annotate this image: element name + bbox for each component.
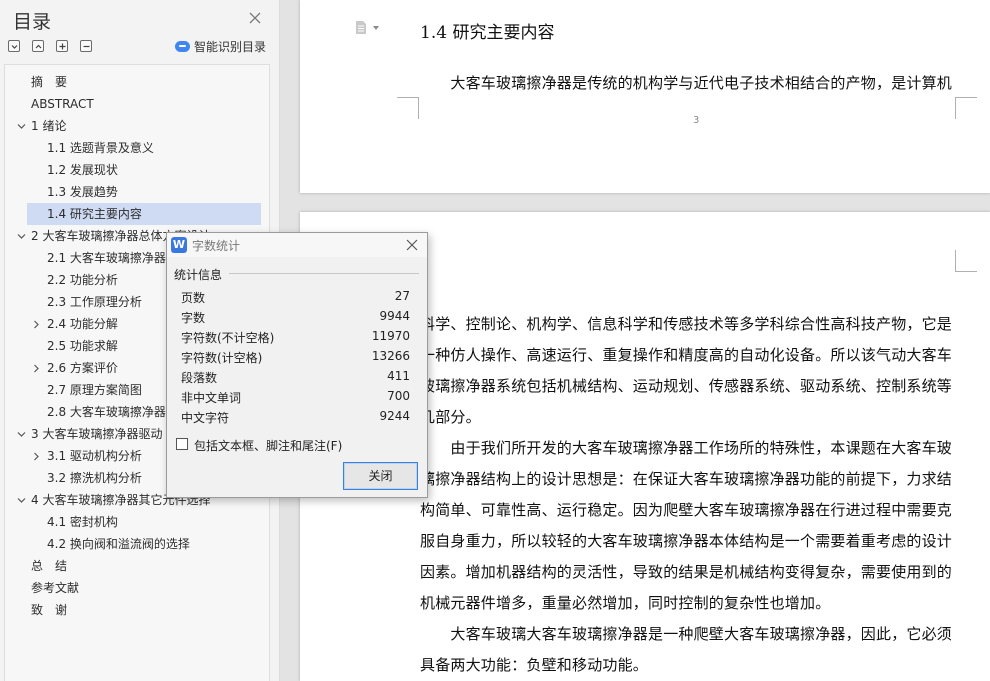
chevron-right-icon[interactable] <box>32 320 41 329</box>
toc-item-label: 3.1 驱动机构分析 <box>47 449 142 463</box>
chevron-down-icon[interactable] <box>17 122 26 131</box>
page-number: 3 <box>693 115 700 126</box>
toc-item-label: 参考文献 <box>31 581 80 595</box>
toc-item-label: 摘 要 <box>31 75 68 89</box>
include-footnotes-checkbox[interactable] <box>176 438 188 450</box>
stat-label: 中文字符 <box>181 411 230 425</box>
toc-item[interactable]: 1.4 研究主要内容 <box>27 203 261 225</box>
collapse-all-icon[interactable] <box>8 40 20 52</box>
text-line: 服自身重力，所以较轻的大客车玻璃擦净器本体结构是一个需要着重考虑的设计 <box>420 532 953 550</box>
add-level-icon[interactable] <box>56 40 68 52</box>
toc-item-label: 3.2 擦洗机构分析 <box>47 471 142 485</box>
close-icon[interactable] <box>405 238 419 252</box>
stat-value: 11970 <box>371 329 410 343</box>
stat-label: 页数 <box>181 291 206 305</box>
toc-item-label: 1.4 研究主要内容 <box>47 207 142 221</box>
toc-item-label: ABSTRACT <box>31 97 94 111</box>
toc-item-label: 1.3 发展趋势 <box>47 185 118 199</box>
toc-item-label: 4.2 换向阀和溢流阀的选择 <box>47 537 190 551</box>
text-line: 一种仿人操作、高速运行、重复操作和精度高的自动化设备。所以该气动大客车 <box>420 346 953 364</box>
crop-mark <box>397 97 419 119</box>
crop-mark <box>955 97 977 119</box>
stat-label: 段落数 <box>181 371 218 385</box>
chevron-right-icon[interactable] <box>32 364 41 373</box>
dialog-title-bar[interactable]: W 字数统计 <box>167 233 427 257</box>
stat-value: 411 <box>387 369 410 383</box>
toc-item-label: 2.7 原理方案简图 <box>47 383 142 397</box>
toc-item[interactable]: 1.2 发展现状 <box>5 159 267 181</box>
toc-item-label: 1.1 选题背景及意义 <box>47 141 154 155</box>
chevron-down-icon[interactable] <box>373 26 379 30</box>
text-line: 璃擦净器结构上的设计思想是：在保证大客车玻璃擦净器功能的前提下，力求结 <box>420 470 953 488</box>
toc-item[interactable]: 致 谢 <box>5 599 267 621</box>
toc-item[interactable]: 4.1 密封机构 <box>5 511 267 533</box>
stat-value: 9244 <box>379 409 410 423</box>
chevron-down-icon[interactable] <box>17 232 26 241</box>
stat-label: 非中文单词 <box>181 391 242 405</box>
expand-icon[interactable] <box>32 40 44 52</box>
crop-mark <box>955 250 977 272</box>
include-footnotes-label[interactable]: 包括文本框、脚注和尾注(F) <box>194 437 342 454</box>
stat-value: 9944 <box>379 309 410 323</box>
stat-value: 700 <box>387 389 410 403</box>
toc-item[interactable]: 1 绪论 <box>5 115 267 137</box>
close-button[interactable]: 关闭 <box>343 462 418 490</box>
toc-item-label: 3 大客车玻璃擦净器驱动 <box>31 427 163 441</box>
toc-item[interactable]: 参考文献 <box>5 577 267 599</box>
wps-logo-icon: W <box>171 237 187 253</box>
toc-item[interactable]: 1.1 选题背景及意义 <box>5 137 267 159</box>
toc-item-label: 4.1 密封机构 <box>47 515 118 529</box>
section-heading: 1.4 研究主要内容 <box>420 23 555 43</box>
text-line: 大客车玻璃大客车玻璃擦净器是一种爬壁大客车玻璃擦净器，因此，它必须 <box>420 625 953 643</box>
text-line: 具备两大功能：负壁和移动功能。 <box>420 656 649 674</box>
stat-label: 字数 <box>181 311 206 325</box>
stat-value: 13266 <box>371 349 410 363</box>
toc-item-label: 2.4 功能分解 <box>47 317 118 331</box>
toc-item-label: 2.8 大客车玻璃擦净器 <box>47 405 166 419</box>
toc-item-label: 1 绪论 <box>31 119 67 133</box>
toc-item-label: 致 谢 <box>31 603 68 617</box>
toc-item[interactable]: 摘 要 <box>5 71 267 93</box>
toc-item[interactable]: ABSTRACT <box>5 93 267 115</box>
close-icon[interactable] <box>247 10 263 26</box>
toc-item-label: 1.2 发展现状 <box>47 163 118 177</box>
smart-toc-label: 智能识别目录 <box>194 40 267 54</box>
chevron-right-icon[interactable] <box>32 452 41 461</box>
chevron-down-icon[interactable] <box>17 430 26 439</box>
smart-cloud-icon <box>175 41 190 52</box>
toc-item[interactable]: 1.3 发展趋势 <box>5 181 267 203</box>
page: 1.4 研究主要内容 大客车玻璃擦净器是传统的机构学与近代电子技术相结合的产物，… <box>300 0 990 193</box>
document-icon[interactable] <box>355 20 367 35</box>
toc-item-label: 2.6 方案评价 <box>47 361 118 375</box>
dialog-title: 字数统计 <box>192 239 241 253</box>
toc-item[interactable]: 总 结 <box>5 555 267 577</box>
remove-level-icon[interactable] <box>80 40 92 52</box>
text-line: 构简单、可靠性高、运行稳定。因为爬壁大客车玻璃擦净器在行进过程中需要克 <box>420 501 953 519</box>
text-line: 因素。增加机器结构的灵活性，导致的结果是机械结构变得复杂，需要使用到的 <box>420 563 953 581</box>
text-line: 大客车玻璃擦净器是传统的机构学与近代电子技术相结合的产物，是计算机 <box>420 74 953 92</box>
stats-group-label: 统计信息 <box>174 268 223 282</box>
text-line: 几部分。 <box>420 408 481 426</box>
smart-toc-button[interactable]: 智能识别目录 <box>175 38 266 55</box>
toc-title: 目录 <box>13 11 52 33</box>
stat-label: 字符数(不计空格) <box>181 331 275 345</box>
toc-item[interactable]: 4.2 换向阀和溢流阀的选择 <box>5 533 267 555</box>
stat-label: 字符数(计空格) <box>181 351 263 365</box>
toc-item-label: 总 结 <box>31 559 68 573</box>
toc-item-label: 2.1 大客车玻璃擦净器 <box>47 251 166 265</box>
toc-item-label: 2.5 功能求解 <box>47 339 118 353</box>
stat-value: 27 <box>394 289 410 303</box>
toc-item-label: 2.3 工作原理分析 <box>47 295 142 309</box>
divider <box>229 273 419 274</box>
text-line: 由于我们所开发的大客车玻璃擦净器工作场所的特殊性，本课题在大客车玻 <box>420 439 953 457</box>
text-line: 机械元器件增多，重量必然增加，同时控制的复杂性也增加。 <box>420 594 831 612</box>
text-line: 玻璃擦净器系统包括机械结构、运动规划、传感器系统、驱动系统、控制系统等 <box>420 377 953 395</box>
toc-item-label: 2.2 功能分析 <box>47 273 118 287</box>
word-count-dialog: W 字数统计 统计信息 页数 27 字数 9944 字符数(不计空格) 11970 字符数(… <box>166 232 428 498</box>
chevron-down-icon[interactable] <box>17 496 26 505</box>
text-line: 科学、控制论、机构学、信息科学和传感技术等多学科综合性高科技产物，它是 <box>420 315 953 333</box>
